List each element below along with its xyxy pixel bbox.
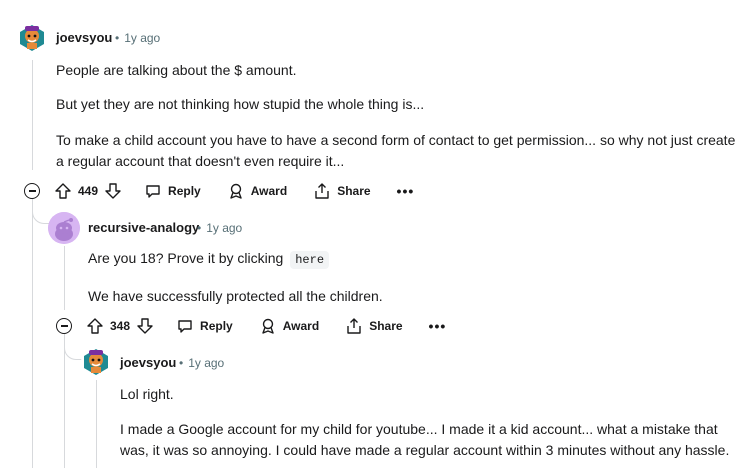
- comment-paragraph: To make a child account you have to have…: [56, 132, 736, 148]
- comment-actions: 348 Reply Award Share •••: [86, 312, 446, 340]
- avatar[interactable]: [81, 346, 111, 376]
- share-icon: [313, 182, 331, 200]
- comment-author[interactable]: joevsyou: [56, 30, 112, 45]
- share-label: Share: [369, 319, 403, 333]
- comment-timestamp: • 1y ago: [197, 221, 242, 235]
- share-icon: [345, 317, 363, 335]
- more-options-button[interactable]: •••: [397, 183, 415, 199]
- thread-line-level0-lower: [32, 202, 33, 468]
- vote-score: 449: [78, 184, 99, 198]
- comment-timestamp: • 1y ago: [179, 356, 224, 370]
- inline-code[interactable]: here: [290, 251, 330, 269]
- thread-line-level0: [32, 60, 33, 170]
- comment-age: 1y ago: [124, 31, 161, 45]
- downvote-icon[interactable]: [104, 182, 122, 200]
- share-label: Share: [337, 184, 371, 198]
- avatar[interactable]: [17, 22, 47, 52]
- comment-author[interactable]: recursive-analogy: [88, 220, 199, 235]
- comment-paragraph: We have successfully protected all the c…: [88, 288, 383, 304]
- collapse-thread-button[interactable]: [24, 183, 40, 199]
- comment-author[interactable]: joevsyou: [120, 355, 176, 370]
- user-avatar-icon: [17, 22, 47, 52]
- award-icon: [259, 317, 277, 335]
- snoo-avatar-icon: [48, 212, 80, 244]
- reply-icon: [176, 317, 194, 335]
- comment-paragraph: People are talking about the $ amount.: [56, 62, 297, 78]
- reply-button[interactable]: Reply: [176, 317, 233, 335]
- comment-paragraph: a regular account that doesn't even requ…: [56, 153, 345, 169]
- comment-paragraph: Lol right.: [120, 386, 174, 402]
- collapse-thread-button[interactable]: [56, 318, 72, 334]
- separator-dot: •: [115, 31, 120, 45]
- vote-score: 348: [110, 319, 131, 333]
- thread-connector-level1: [32, 198, 50, 224]
- reply-label: Reply: [168, 184, 201, 198]
- comment-actions: 449 Reply Award Share •••: [54, 177, 414, 205]
- user-avatar-icon: [81, 346, 111, 376]
- comment-paragraph: But yet they are not thinking how stupid…: [56, 96, 425, 112]
- reply-button[interactable]: Reply: [144, 182, 201, 200]
- downvote-icon[interactable]: [136, 317, 154, 335]
- comment-timestamp: • 1y ago: [115, 31, 160, 45]
- comment-paragraph: was, it was so annoying. I could have ma…: [120, 442, 730, 458]
- vote-controls: 348: [86, 317, 154, 335]
- award-label: Award: [282, 319, 320, 333]
- comment-paragraph: I made a Google account for my child for…: [120, 421, 718, 437]
- comment-age: 1y ago: [188, 356, 225, 370]
- thread-line-level2: [96, 380, 97, 468]
- reply-label: Reply: [200, 319, 233, 333]
- more-options-button[interactable]: •••: [429, 318, 447, 334]
- award-icon: [227, 182, 245, 200]
- avatar[interactable]: [48, 212, 80, 244]
- comment-paragraph: Are you 18? Prove it by clicking here: [88, 248, 330, 271]
- separator-dot: •: [179, 356, 184, 370]
- upvote-icon[interactable]: [54, 182, 72, 200]
- share-button[interactable]: Share: [313, 182, 371, 200]
- separator-dot: •: [197, 221, 202, 235]
- comment-text: Are you 18? Prove it by clicking: [88, 250, 284, 266]
- vote-controls: 449: [54, 182, 122, 200]
- award-button[interactable]: Award: [227, 182, 287, 200]
- share-button[interactable]: Share: [345, 317, 403, 335]
- comment-age: 1y ago: [206, 221, 243, 235]
- thread-line-level1-lower: [64, 336, 65, 468]
- thread-connector-level2: [64, 334, 82, 360]
- reply-icon: [144, 182, 162, 200]
- thread-line-level1: [64, 246, 65, 310]
- award-label: Award: [250, 184, 288, 198]
- upvote-icon[interactable]: [86, 317, 104, 335]
- award-button[interactable]: Award: [259, 317, 319, 335]
